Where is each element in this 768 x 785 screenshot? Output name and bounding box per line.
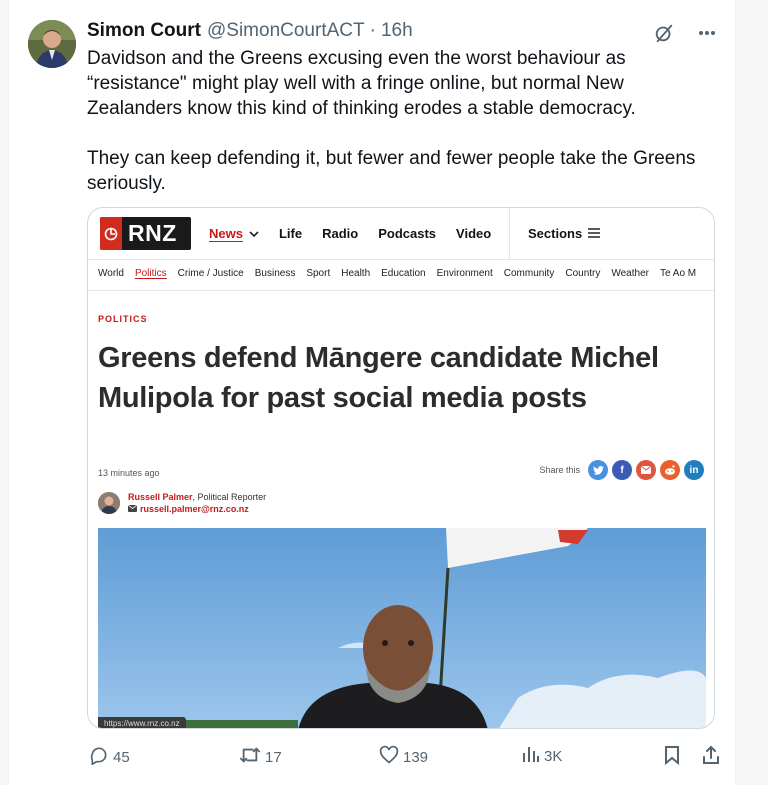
heart-icon bbox=[379, 745, 399, 769]
share-bar: Share this f in bbox=[539, 460, 704, 480]
email-share-icon[interactable] bbox=[636, 460, 656, 480]
subnav-weather[interactable]: Weather bbox=[611, 268, 649, 279]
subnav-health[interactable]: Health bbox=[341, 268, 370, 279]
tweet-paragraph: Davidson and the Greens excusing even th… bbox=[87, 48, 636, 119]
sub-divider bbox=[88, 290, 714, 291]
rnz-logo: RNZ bbox=[100, 217, 191, 250]
author-email: russell.palmer@rnz.co.nz bbox=[140, 504, 249, 514]
byline-text: Russell Palmer, Political Reporter russe… bbox=[127, 492, 267, 514]
header-actions bbox=[653, 22, 717, 49]
rnz-mark-icon bbox=[100, 217, 122, 250]
like-button[interactable]: 139 bbox=[379, 745, 428, 769]
nav-radio[interactable]: Radio bbox=[322, 226, 358, 241]
tweet-paragraph: They can keep defending it, but fewer an… bbox=[87, 148, 696, 194]
nav-podcasts-label: Podcasts bbox=[378, 226, 437, 241]
subnav-world[interactable]: World bbox=[98, 268, 124, 279]
share-label: Share this bbox=[539, 465, 580, 475]
rnz-wordmark: RNZ bbox=[128, 220, 177, 246]
tweet: Simon Court @SimonCourtACT · 16h Davidso… bbox=[8, 0, 736, 785]
reply-icon bbox=[89, 745, 109, 769]
nav-life-label: Life bbox=[278, 226, 303, 241]
rnz-main-nav: News Life Radio Podcasts Video bbox=[209, 226, 511, 241]
article-photo[interactable]: https://www.rnz.co.nz bbox=[98, 528, 706, 728]
linkedin-share-icon[interactable]: in bbox=[684, 460, 704, 480]
subnav-te-ao-maori[interactable]: Te Ao M bbox=[660, 268, 696, 279]
views-icon bbox=[522, 745, 540, 767]
nav-video[interactable]: Video bbox=[456, 226, 491, 241]
tweet-text: Davidson and the Greens excusing even th… bbox=[87, 46, 717, 196]
author-avatar[interactable] bbox=[28, 20, 76, 68]
twitter-share-icon[interactable] bbox=[588, 460, 608, 480]
views-count: 3K bbox=[544, 747, 563, 765]
timestamp[interactable]: 16h bbox=[381, 20, 413, 42]
rnz-sub-nav: World Politics Crime / Justice Business … bbox=[98, 268, 707, 279]
facebook-share-icon[interactable]: f bbox=[612, 460, 632, 480]
tweet-actions: 45 17 139 3K bbox=[87, 745, 722, 767]
repost-icon bbox=[239, 745, 261, 769]
subnav-environment[interactable]: Environment bbox=[437, 268, 493, 279]
byline: Russell Palmer, Political Reporter russe… bbox=[98, 492, 266, 514]
reddit-share-icon[interactable] bbox=[660, 460, 680, 480]
repost-count: 17 bbox=[265, 748, 282, 766]
views-button[interactable]: 3K bbox=[522, 745, 562, 767]
bookmark-button[interactable] bbox=[663, 745, 681, 769]
rnz-top-nav: RNZ News Life Radio Podcasts Video Secti… bbox=[88, 208, 714, 260]
subnav-crime-justice[interactable]: Crime / Justice bbox=[178, 268, 244, 279]
reply-button[interactable]: 45 bbox=[89, 745, 130, 769]
tweet-header: Simon Court @SimonCourtACT · 16h bbox=[87, 20, 413, 42]
subnav-country[interactable]: Country bbox=[565, 268, 600, 279]
like-count: 139 bbox=[403, 748, 429, 766]
chevron-down-icon bbox=[249, 226, 259, 241]
nav-radio-label: Radio bbox=[322, 226, 359, 241]
share-button[interactable] bbox=[701, 745, 721, 769]
link-card[interactable]: RNZ News Life Radio Podcasts Video Secti… bbox=[87, 207, 715, 729]
subnav-education[interactable]: Education bbox=[381, 268, 425, 279]
subnav-business[interactable]: Business bbox=[255, 268, 296, 279]
article-kicker[interactable]: POLITICS bbox=[98, 314, 148, 324]
author-handle[interactable]: @SimonCourtACT bbox=[207, 20, 365, 42]
reply-count: 45 bbox=[113, 748, 130, 766]
nav-news-label: News bbox=[209, 226, 243, 241]
author-email-link[interactable]: russell.palmer@rnz.co.nz bbox=[127, 504, 266, 514]
author-role: , Political Reporter bbox=[192, 492, 267, 502]
bookmark-icon bbox=[663, 745, 681, 769]
article-headline[interactable]: Greens defend Māngere candidate Michel M… bbox=[98, 338, 688, 418]
nav-life[interactable]: Life bbox=[279, 226, 302, 241]
hamburger-icon bbox=[588, 226, 601, 241]
envelope-icon bbox=[127, 504, 138, 514]
subnav-politics[interactable]: Politics bbox=[135, 268, 167, 279]
nav-divider bbox=[509, 208, 510, 260]
grok-icon[interactable] bbox=[653, 22, 675, 49]
nav-news[interactable]: News bbox=[209, 226, 259, 241]
nav-podcasts[interactable]: Podcasts bbox=[378, 226, 436, 241]
more-icon[interactable] bbox=[697, 23, 717, 48]
sections-menu[interactable]: Sections bbox=[528, 226, 601, 241]
subnav-sport[interactable]: Sport bbox=[306, 268, 330, 279]
separator: · bbox=[369, 20, 376, 41]
share-icon bbox=[701, 745, 721, 769]
sections-label: Sections bbox=[528, 226, 583, 241]
author-link[interactable]: Russell Palmer bbox=[128, 492, 193, 502]
subnav-community[interactable]: Community bbox=[504, 268, 555, 279]
url-tooltip: https://www.rnz.co.nz bbox=[98, 717, 186, 728]
author-photo bbox=[98, 492, 120, 514]
nav-video-label: Video bbox=[456, 226, 492, 241]
published-time: 13 minutes ago bbox=[98, 468, 160, 478]
repost-button[interactable]: 17 bbox=[239, 745, 282, 769]
author-name[interactable]: Simon Court bbox=[87, 20, 201, 42]
